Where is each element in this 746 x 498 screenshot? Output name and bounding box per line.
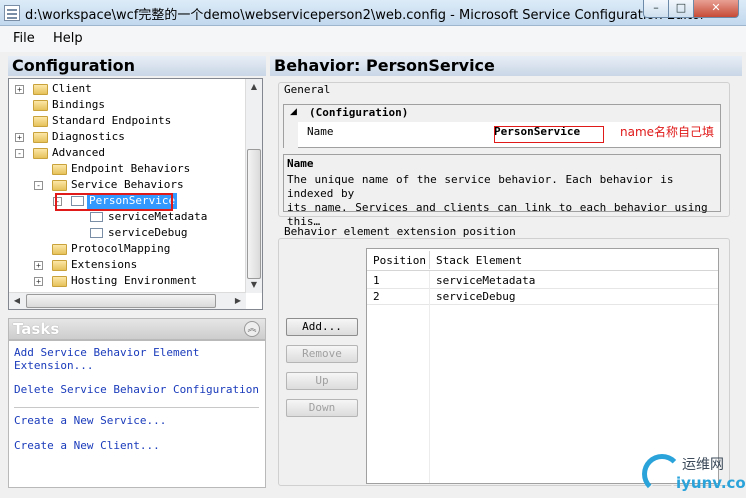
annotation-box <box>494 126 604 143</box>
scroll-up-icon[interactable]: ▲ <box>246 79 262 95</box>
tree-node-label: Client <box>52 82 92 95</box>
extension-position-label: Behavior element extension position <box>282 225 518 238</box>
name-property-label: Name <box>307 125 334 138</box>
menu-help[interactable]: Help <box>53 31 83 46</box>
scroll-left-icon[interactable]: ◀ <box>9 293 25 309</box>
folder-icon <box>52 276 67 287</box>
property-category[interactable]: ◢ (Configuration) <box>284 105 720 122</box>
folder-icon <box>33 100 48 111</box>
expand-icon[interactable]: + <box>34 261 43 270</box>
collapse-icon[interactable]: - <box>15 149 24 158</box>
down-button[interactable]: Down <box>286 399 358 417</box>
folder-icon <box>52 260 67 271</box>
extension-table[interactable]: Position Stack Element 1 serviceMetadata… <box>366 248 719 484</box>
column-header-position[interactable]: Position <box>373 254 426 267</box>
tree-horizontal-scrollbar[interactable]: ◀ ▶ <box>9 292 246 309</box>
scroll-right-icon[interactable]: ▶ <box>230 293 246 309</box>
menu-file[interactable]: File <box>13 31 35 46</box>
table-row[interactable]: 1 serviceMetadata <box>367 273 718 289</box>
menu-bar: File Help <box>0 26 746 52</box>
tree-node-label: Standard Endpoints <box>52 114 172 127</box>
window-title: d:\workspace\wcf完整的一个demo\webservicepers… <box>25 8 706 23</box>
tree-node-label: Service Behaviors <box>71 178 184 191</box>
folder-icon <box>33 84 48 95</box>
annotation-note: name名称自己填 <box>620 125 715 139</box>
column-header-stack-element[interactable]: Stack Element <box>436 254 522 267</box>
tree-node-label: Advanced <box>52 146 105 159</box>
task-add-behavior-element-cont[interactable]: Extension... <box>14 359 93 373</box>
up-button[interactable]: Up <box>286 372 358 390</box>
tasks-panel: Add Service Behavior Element Extension..… <box>8 340 266 488</box>
configuration-tree[interactable]: + Client Bindings Standard Endpoints + D… <box>8 78 263 310</box>
description-title: Name <box>287 157 314 170</box>
task-create-service[interactable]: Create a New Service... <box>14 414 166 428</box>
description-text: The unique name of the service behavior.… <box>287 173 717 229</box>
grid-gutter <box>284 122 298 148</box>
expand-icon[interactable]: + <box>15 133 24 142</box>
scroll-down-icon[interactable]: ▼ <box>246 277 262 293</box>
title-bar: d:\workspace\wcf完整的一个demo\webservicepers… <box>0 0 746 26</box>
table-row[interactable]: 2 serviceDebug <box>367 289 718 305</box>
cell-element: serviceMetadata <box>436 274 536 287</box>
add-button[interactable]: Add... <box>286 318 358 336</box>
watermark-text-cn: 运维网 <box>682 457 724 473</box>
folder-icon <box>52 244 67 255</box>
selection-highlight <box>55 193 173 211</box>
tree-node-label: Diagnostics <box>52 130 125 143</box>
description-panel: Name The unique name of the service beha… <box>283 154 721 228</box>
folder-icon <box>52 180 67 191</box>
minimize-button[interactable]: – <box>643 0 669 18</box>
property-grid[interactable]: ◢ (Configuration) Name PersonService nam… <box>283 104 721 148</box>
category-label: (Configuration) <box>309 106 409 119</box>
tree-vertical-scrollbar[interactable]: ▲ ▼ <box>245 79 262 293</box>
collapse-chevron-icon[interactable]: ︽ <box>244 321 260 337</box>
scroll-thumb[interactable] <box>26 294 216 308</box>
task-add-behavior-element[interactable]: Add Service Behavior Element <box>14 346 199 360</box>
divider <box>14 407 259 408</box>
element-icon <box>90 228 103 238</box>
tree-node-label: Extensions <box>71 258 138 271</box>
tasks-title: Tasks <box>13 320 60 338</box>
column-divider[interactable] <box>429 251 430 269</box>
behavior-header: Behavior: PersonService <box>270 56 742 76</box>
app-icon <box>4 5 20 21</box>
expand-icon[interactable]: + <box>15 85 24 94</box>
folder-icon <box>33 116 48 127</box>
tree-node-label: Hosting Environment <box>71 274 197 287</box>
scroll-thumb[interactable] <box>247 149 261 279</box>
tree-node-label: Bindings <box>52 98 105 111</box>
cell-position: 1 <box>373 274 380 287</box>
expand-icon[interactable]: + <box>34 277 43 286</box>
watermark-logo: 运维网 iyunv.com <box>640 452 746 496</box>
tree-node-label: serviceDebug <box>108 226 188 239</box>
folder-icon <box>33 148 48 159</box>
remove-button[interactable]: Remove <box>286 345 358 363</box>
folder-icon <box>33 132 48 143</box>
tree-node-label: serviceMetadata <box>108 210 208 223</box>
description-line: The unique name of the service behavior.… <box>287 173 674 200</box>
task-create-client[interactable]: Create a New Client... <box>14 439 160 453</box>
cell-element: serviceDebug <box>436 290 516 303</box>
collapse-icon[interactable]: - <box>34 181 43 190</box>
element-icon <box>90 212 103 222</box>
table-header: Position Stack Element <box>367 249 718 271</box>
tasks-header: Tasks ︽ <box>8 318 266 340</box>
configuration-header: Configuration <box>8 56 266 76</box>
collapse-triangle-icon[interactable]: ◢ <box>290 107 297 117</box>
tree-node-label: Endpoint Behaviors <box>71 162 191 175</box>
maximize-button[interactable]: □ <box>668 0 694 18</box>
general-label: General <box>282 83 333 96</box>
folder-icon <box>52 164 67 175</box>
close-button[interactable]: ✕ <box>693 0 739 18</box>
column-gridline <box>429 271 430 483</box>
cell-position: 2 <box>373 290 380 303</box>
task-delete-behavior[interactable]: Delete Service Behavior Configuration <box>14 383 259 397</box>
watermark-text-domain: iyunv.com <box>676 474 746 492</box>
tree-node-label: ProtocolMapping <box>71 242 171 255</box>
